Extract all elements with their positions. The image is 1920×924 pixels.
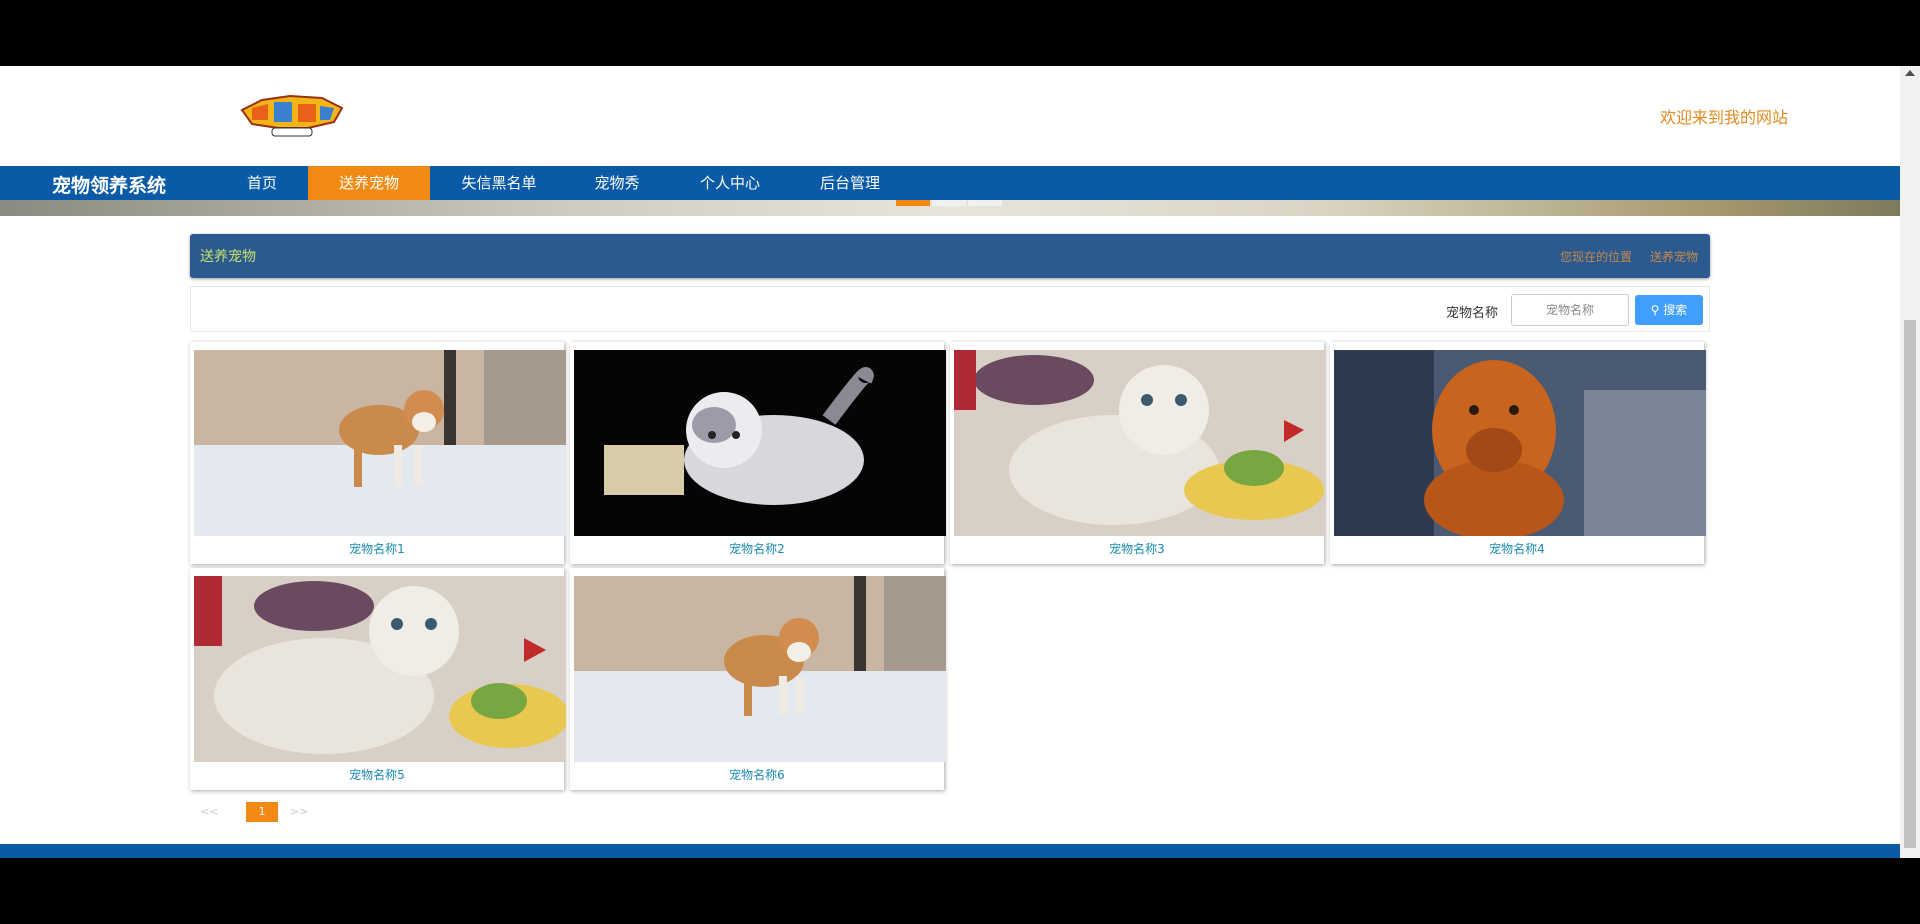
banner-dot-1[interactable] (896, 200, 930, 206)
main-nav: 宠物领养系统 首页 送养宠物 失信黑名单 宠物秀 个人中心 后台管理 (0, 166, 1900, 200)
pet-card[interactable]: 宠物名称3 (950, 342, 1326, 564)
pet-photo-shiba-dog[interactable] (194, 350, 566, 536)
pet-photo-grey-kitten[interactable] (574, 350, 946, 536)
nav-item-pet-show[interactable]: 宠物秀 (572, 166, 662, 200)
pet-card[interactable]: 宠物名称4 (1330, 342, 1706, 564)
page: 欢迎来到我的网站 宠物领养系统 首页 送养宠物 失信黑名单 宠物秀 个人中心 后… (0, 66, 1900, 858)
screen-letterbox-bottom (0, 858, 1920, 924)
nav-item-admin[interactable]: 后台管理 (800, 166, 900, 200)
pet-card[interactable]: 宠物名称1 (190, 342, 566, 564)
section-header: 送养宠物 您现在的位置 送养宠物 (190, 234, 1710, 278)
scrollbar-thumb[interactable] (1904, 320, 1916, 848)
pet-name-link[interactable]: 宠物名称5 (190, 766, 564, 783)
banner-carousel (0, 200, 1900, 216)
search-button-label: 搜索 (1663, 303, 1688, 317)
pet-name-link[interactable]: 宠物名称2 (570, 540, 944, 557)
pet-card[interactable]: 宠物名称2 (570, 342, 946, 564)
scroll-up-arrow-icon[interactable] (1905, 70, 1915, 76)
site-header: 欢迎来到我的网站 (0, 66, 1900, 166)
pet-name-link[interactable]: 宠物名称6 (570, 766, 944, 783)
breadcrumb-location[interactable]: 您现在的位置 (1560, 250, 1632, 264)
pet-photo-mastiff-dog[interactable] (1334, 350, 1706, 536)
breadcrumb-current[interactable]: 送养宠物 (1650, 250, 1698, 264)
nav-item-adopt-out[interactable]: 送养宠物 (308, 166, 430, 200)
pet-name-search-input[interactable]: 宠物名称 (1511, 294, 1629, 326)
pager-current-page[interactable]: 1 (246, 802, 278, 822)
site-brand[interactable]: 宠物领养系统 (52, 171, 166, 198)
site-logo[interactable] (238, 94, 344, 138)
pet-photo-white-cat[interactable] (194, 576, 566, 762)
pet-name-link[interactable]: 宠物名称1 (190, 540, 564, 557)
section-title: 送养宠物 (200, 249, 256, 265)
search-icon: ⚲ (1650, 303, 1660, 317)
footer-bar (0, 844, 1900, 858)
nav-item-blacklist[interactable]: 失信黑名单 (444, 166, 554, 200)
pet-name-link[interactable]: 宠物名称4 (1330, 540, 1704, 557)
nav-item-profile[interactable]: 个人中心 (680, 166, 780, 200)
breadcrumb: 您现在的位置 送养宠物 (1546, 248, 1698, 265)
pet-card[interactable]: 宠物名称5 (190, 568, 566, 790)
nav-item-home[interactable]: 首页 (230, 166, 294, 200)
screen-letterbox-top (0, 0, 1920, 66)
search-label: 宠物名称 (1446, 306, 1499, 321)
pager-prev[interactable]: << (200, 802, 230, 822)
banner-dot-3[interactable] (968, 200, 1002, 206)
banner-dot-2[interactable] (932, 200, 966, 206)
welcome-text: 欢迎来到我的网站 (1660, 108, 1789, 127)
pet-card[interactable]: 宠物名称6 (570, 568, 946, 790)
pet-photo-white-cat[interactable] (954, 350, 1326, 536)
pet-name-link[interactable]: 宠物名称3 (950, 540, 1324, 557)
page-scrollbar[interactable] (1900, 66, 1920, 858)
search-panel: 宠物名称 宠物名称 ⚲ 搜索 (190, 286, 1710, 332)
pager-next[interactable]: >> (290, 802, 320, 822)
pet-photo-shiba-dog[interactable] (574, 576, 946, 762)
search-button[interactable]: ⚲ 搜索 (1635, 295, 1703, 325)
